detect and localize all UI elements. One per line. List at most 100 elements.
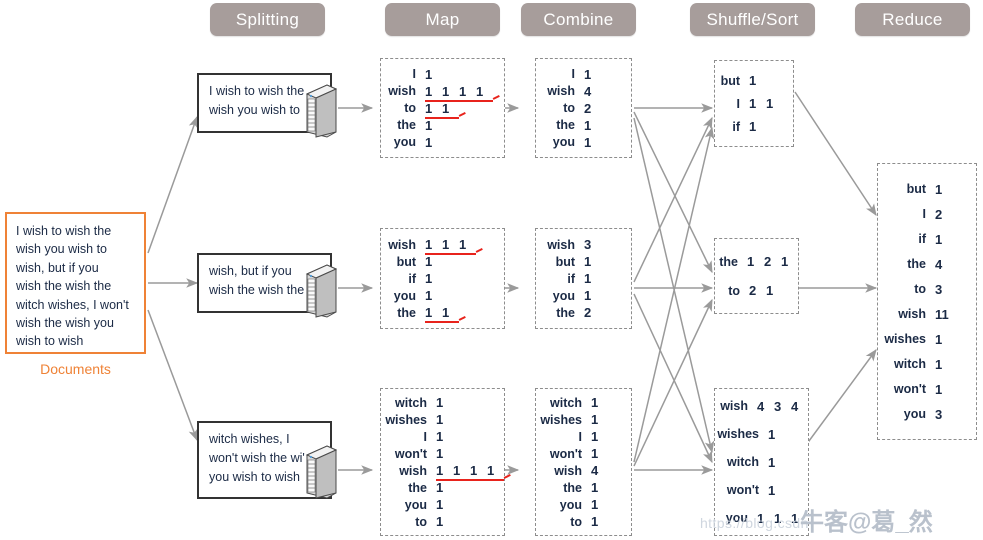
kv-row: the 1 2 1 [715,247,798,276]
kv-value: 1 [584,117,592,133]
documents-box: I wish to wish the wish you wish to wish… [5,212,146,354]
stage-label: Combine [543,9,614,29]
kv-key: I [736,96,740,111]
kv-row: wish 1 1 1 [381,236,504,255]
kv-value: 11 [935,306,949,322]
kv-values: 1 [584,118,601,133]
kv-values: 3 [935,407,952,422]
kv-values: 1 [935,232,952,247]
kv-values: 11 [935,307,952,322]
kv-value: 4 [591,463,599,478]
stage-label: Shuffle/Sort [706,9,799,29]
kv-value: 1 [470,463,478,478]
kv-row: wishes 1 [878,327,976,352]
kv-value: 1 [487,463,495,478]
kv-row: but 1 [878,177,976,202]
kv-key: wish [388,84,416,98]
kv-row: wish 4 3 4 [715,392,808,420]
kv-value: 1 [436,463,444,478]
kv-values: 1 [591,497,608,512]
kv-values: 1 [935,182,952,197]
kv-key: witch [395,395,427,410]
kv-key: but [396,254,416,269]
kv-key: you [552,135,575,149]
kv-key: wish [399,463,427,478]
kv-values: 1 [425,271,442,286]
kv-value: 2 [584,305,592,320]
kv-value: 1 [425,305,433,320]
documents-line: wish the wish you [16,316,114,331]
kv-row: to 2 1 [715,276,798,305]
kv-values: 11 [425,101,459,116]
kv-row: won't 1 [381,445,504,462]
kv-key: you [393,135,416,149]
kv-value: 1 [584,134,592,150]
kv-key: to [415,514,427,529]
kv-row: the 1 1 [381,304,504,323]
shuffle-box-1: but 1 I 1 1 if 1 [714,60,794,147]
kv-values: 3 [584,237,601,252]
documents-line: wish, but if you [16,260,99,275]
kv-row: wish 4 [536,83,631,100]
kv-values: 1 [425,135,442,150]
documents-line: wish you wish to [16,242,108,257]
kv-key: wishes [884,332,926,346]
kv-key: won't [394,446,427,461]
kv-values: 1 [584,135,601,150]
kv-row: you 1 [536,134,631,151]
kv-value: 1 [476,83,484,99]
combine-box-2: wish 3 but 1 if 1 you 1 the 2 [535,228,632,329]
kv-value: 1 [436,514,444,529]
kv-values: 1111 [425,84,493,99]
kv-value: 1 [591,412,599,427]
kv-value: 4 [757,398,765,414]
kv-row: I1 [536,428,631,445]
kv-value: 1 [749,73,757,88]
kv-key: wishes [540,412,582,427]
kv-value: 1 [768,454,776,470]
kv-key: if [918,232,926,246]
documents-line: I wish to wish the [16,224,112,238]
kv-rows: wish 4 3 4 wishes 1 witch 1 won't 1 you 1 1 1 [715,389,808,535]
kv-value: 1 [425,100,433,116]
kv-value: 1 [591,497,599,512]
kv-key: wishes [385,412,427,427]
kv-value: 2 [935,206,943,222]
kv-values: 121 [747,254,798,269]
kv-value: 1 [766,283,774,298]
kv-row: to 3 [878,277,976,302]
kv-values: 4 [584,84,601,99]
kv-row: to 1 1 [381,100,504,119]
kv-key: won't [549,446,582,461]
kv-value: 1 [584,288,592,303]
kv-row: wishes 1 [536,411,631,428]
server-icon [305,445,337,499]
kv-key: the [907,257,926,271]
kv-key: won't [893,382,926,396]
stage-pill-reduce: Reduce [855,3,970,36]
shuffle-box-2: the 1 2 1 to 2 1 [714,238,799,314]
kv-key: you [404,497,427,512]
kv-value: 1 [436,395,444,410]
shuffle-box-3: wish 4 3 4 wishes 1 witch 1 won't 1 you 1 1 1 [714,388,809,536]
documents-line: wish the wish the [16,279,112,294]
kv-values: 1 [436,446,453,461]
kv-value: 1 [436,446,444,461]
kv-values: 1 [591,429,608,444]
kv-row: wish 1 1 1 1 [381,83,504,102]
kv-value: 1 [768,426,776,442]
kv-row: the 1 [536,117,631,134]
kv-values: 1 [436,480,453,495]
kv-rows: but 1 I 1 1 if 1 [715,61,793,146]
kv-key: to [570,514,582,529]
kv-value: 1 [436,480,444,495]
kv-rows: witch 1 wishes 1 I 1 won't 1 wish 1 1 1 1 the 1 you 1 to 1 [381,389,511,535]
kv-row: if 1 [381,270,504,287]
kv-row: wish 3 [536,236,631,253]
kv-row: you 1 [381,287,504,304]
kv-value: 1 [425,271,433,286]
red-underline-tick [503,474,511,479]
kv-row: I11 [715,92,793,115]
map-box-1: I 1 wish 1 1 1 1 to 1 1 the 1 you 1 [380,58,505,158]
kv-key: you [552,288,575,303]
